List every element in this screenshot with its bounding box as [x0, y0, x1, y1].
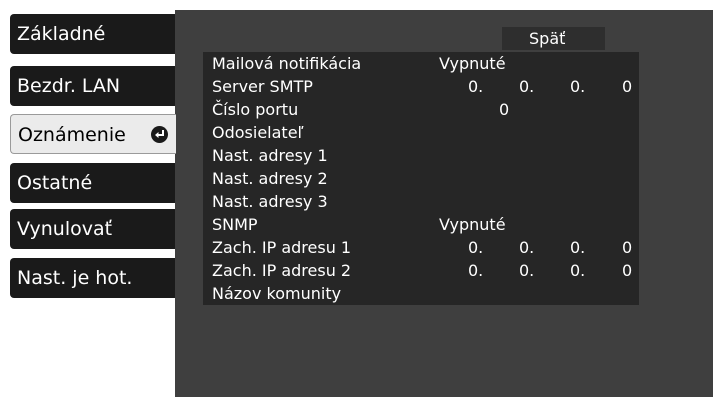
row-trap-ip-1[interactable]: Zach. IP adresu 1 0. 0. 0. 0	[203, 236, 639, 259]
row-sender[interactable]: Odosielateľ	[203, 121, 639, 144]
tab-notification-label: Oznámenie	[18, 124, 126, 146]
smtp-server-label: Server SMTP	[212, 77, 313, 96]
tab-other-label: Ostatné	[17, 172, 93, 194]
trap-ip-1-octet-3: 0.	[570, 238, 586, 257]
row-snmp[interactable]: SNMP Vypnuté	[203, 213, 639, 236]
mail-notification-value: Vypnuté	[439, 54, 506, 73]
tab-other[interactable]: Ostatné	[10, 163, 176, 203]
back-button-label: Späť	[529, 29, 566, 48]
tab-setup-complete[interactable]: Nast. je hot.	[10, 258, 176, 298]
row-address-2[interactable]: Nast. adresy 2	[203, 167, 639, 190]
tab-basic[interactable]: Základné	[10, 14, 176, 54]
sender-label: Odosielateľ	[212, 123, 304, 142]
settings-panel: Späť Mailová notifikácia Vypnuté Server …	[175, 10, 713, 397]
smtp-octet-3: 0.	[570, 77, 586, 96]
trap-ip-2-label: Zach. IP adresu 2	[212, 261, 352, 280]
mail-notification-label: Mailová notifikácia	[212, 54, 362, 73]
tab-setup-complete-label: Nast. je hot.	[17, 267, 133, 289]
row-community-name[interactable]: Názov komunity	[203, 282, 639, 305]
tab-notification[interactable]: Oznámenie	[10, 114, 176, 154]
community-name-label: Názov komunity	[212, 284, 342, 303]
trap-ip-2-octet-3: 0.	[570, 261, 586, 280]
port-number-label: Číslo portu	[212, 100, 299, 119]
row-trap-ip-2[interactable]: Zach. IP adresu 2 0. 0. 0. 0	[203, 259, 639, 282]
address-1-label: Nast. adresy 1	[212, 146, 328, 165]
address-3-label: Nast. adresy 3	[212, 192, 328, 211]
tab-reset[interactable]: Vynulovať	[10, 209, 176, 249]
row-port-number[interactable]: Číslo portu 0	[203, 98, 639, 121]
smtp-octet-4: 0	[622, 77, 633, 96]
trap-ip-2-octet-2: 0.	[519, 261, 535, 280]
smtp-octet-1: 0.	[468, 77, 484, 96]
row-address-1[interactable]: Nast. adresy 1	[203, 144, 639, 167]
settings-screen: Základné Bezdr. LAN Oznámenie Ostatné Vy…	[0, 0, 713, 397]
row-address-3[interactable]: Nast. adresy 3	[203, 190, 639, 213]
row-mail-notification[interactable]: Mailová notifikácia Vypnuté	[203, 52, 639, 75]
trap-ip-1-label: Zach. IP adresu 1	[212, 238, 352, 257]
trap-ip-1-octet-1: 0.	[468, 238, 484, 257]
snmp-value: Vypnuté	[439, 215, 506, 234]
back-button[interactable]: Späť	[502, 27, 605, 50]
smtp-octet-2: 0.	[519, 77, 535, 96]
trap-ip-1-octet-4: 0	[622, 238, 633, 257]
tab-wireless-lan-label: Bezdr. LAN	[17, 75, 121, 97]
tab-basic-label: Základné	[17, 23, 106, 45]
row-smtp-server[interactable]: Server SMTP 0. 0. 0. 0	[203, 75, 639, 98]
enter-icon	[151, 126, 168, 143]
address-2-label: Nast. adresy 2	[212, 169, 328, 188]
trap-ip-1-octet-2: 0.	[519, 238, 535, 257]
trap-ip-2-octet-1: 0.	[468, 261, 484, 280]
snmp-label: SNMP	[212, 215, 258, 234]
port-number-value: 0	[499, 100, 510, 119]
trap-ip-2-octet-4: 0	[622, 261, 633, 280]
tab-reset-label: Vynulovať	[17, 218, 113, 240]
tab-wireless-lan[interactable]: Bezdr. LAN	[10, 66, 176, 106]
